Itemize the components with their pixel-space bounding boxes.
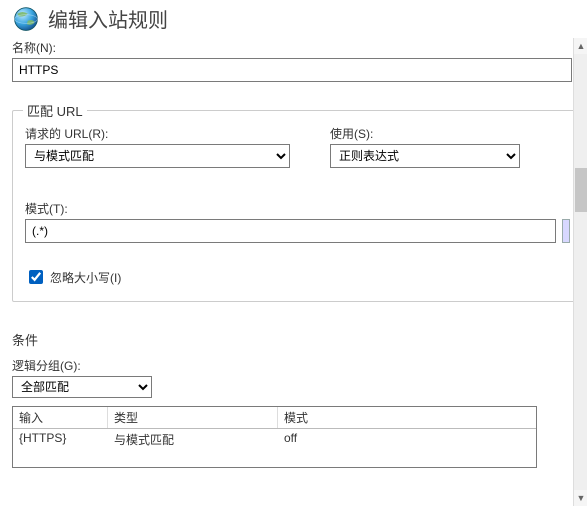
table-header: 输入 类型 模式 xyxy=(13,407,536,429)
match-url-legend: 匹配 URL xyxy=(23,101,87,120)
match-url-group: 匹配 URL 请求的 URL(R): 与模式匹配 使用(S): 正则表达式 模式… xyxy=(12,110,583,302)
test-pattern-button[interactable] xyxy=(562,219,570,243)
ignore-case-label: 忽略大小写(I) xyxy=(50,269,121,286)
using-select[interactable]: 正则表达式 xyxy=(330,144,520,168)
table-row[interactable]: {HTTPS} 与模式匹配 off xyxy=(13,429,536,450)
title-bar: 编辑入站规则 xyxy=(10,2,585,39)
name-label: 名称(N): xyxy=(12,39,585,56)
dialog-edit-inbound-rule: 编辑入站规则 名称(N): 匹配 URL 请求的 URL(R): 与模式匹配 使… xyxy=(10,2,585,508)
using-label: 使用(S): xyxy=(330,125,520,142)
requested-url-select[interactable]: 与模式匹配 xyxy=(25,144,290,168)
dialog-title: 编辑入站规则 xyxy=(48,4,168,33)
pattern-input[interactable] xyxy=(25,219,556,243)
ignore-case-row[interactable]: 忽略大小写(I) xyxy=(25,267,570,287)
col-type: 类型 xyxy=(108,407,278,428)
pattern-label: 模式(T): xyxy=(25,200,570,217)
cell-type: 与模式匹配 xyxy=(108,429,278,450)
scroll-down-icon[interactable]: ▼ xyxy=(574,490,587,506)
grouping-label: 逻辑分组(G): xyxy=(12,357,583,374)
scroll-thumb[interactable] xyxy=(575,168,587,212)
globe-icon xyxy=(12,5,40,33)
col-input: 输入 xyxy=(13,407,108,428)
cell-mode: off xyxy=(278,429,536,450)
name-input[interactable] xyxy=(12,58,572,82)
conditions-section: 条件 逻辑分组(G): 全部匹配 输入 类型 模式 {HTTPS} 与模式匹配 … xyxy=(12,330,583,468)
col-mode: 模式 xyxy=(278,407,536,428)
conditions-heading: 条件 xyxy=(12,330,583,349)
requested-url-label: 请求的 URL(R): xyxy=(25,125,290,142)
vertical-scrollbar[interactable]: ▲ ▼ xyxy=(573,38,587,506)
ignore-case-checkbox[interactable] xyxy=(29,270,43,284)
cell-input: {HTTPS} xyxy=(13,429,108,450)
scroll-up-icon[interactable]: ▲ xyxy=(574,38,587,54)
grouping-select[interactable]: 全部匹配 xyxy=(12,376,152,398)
conditions-table[interactable]: 输入 类型 模式 {HTTPS} 与模式匹配 off xyxy=(12,406,537,468)
